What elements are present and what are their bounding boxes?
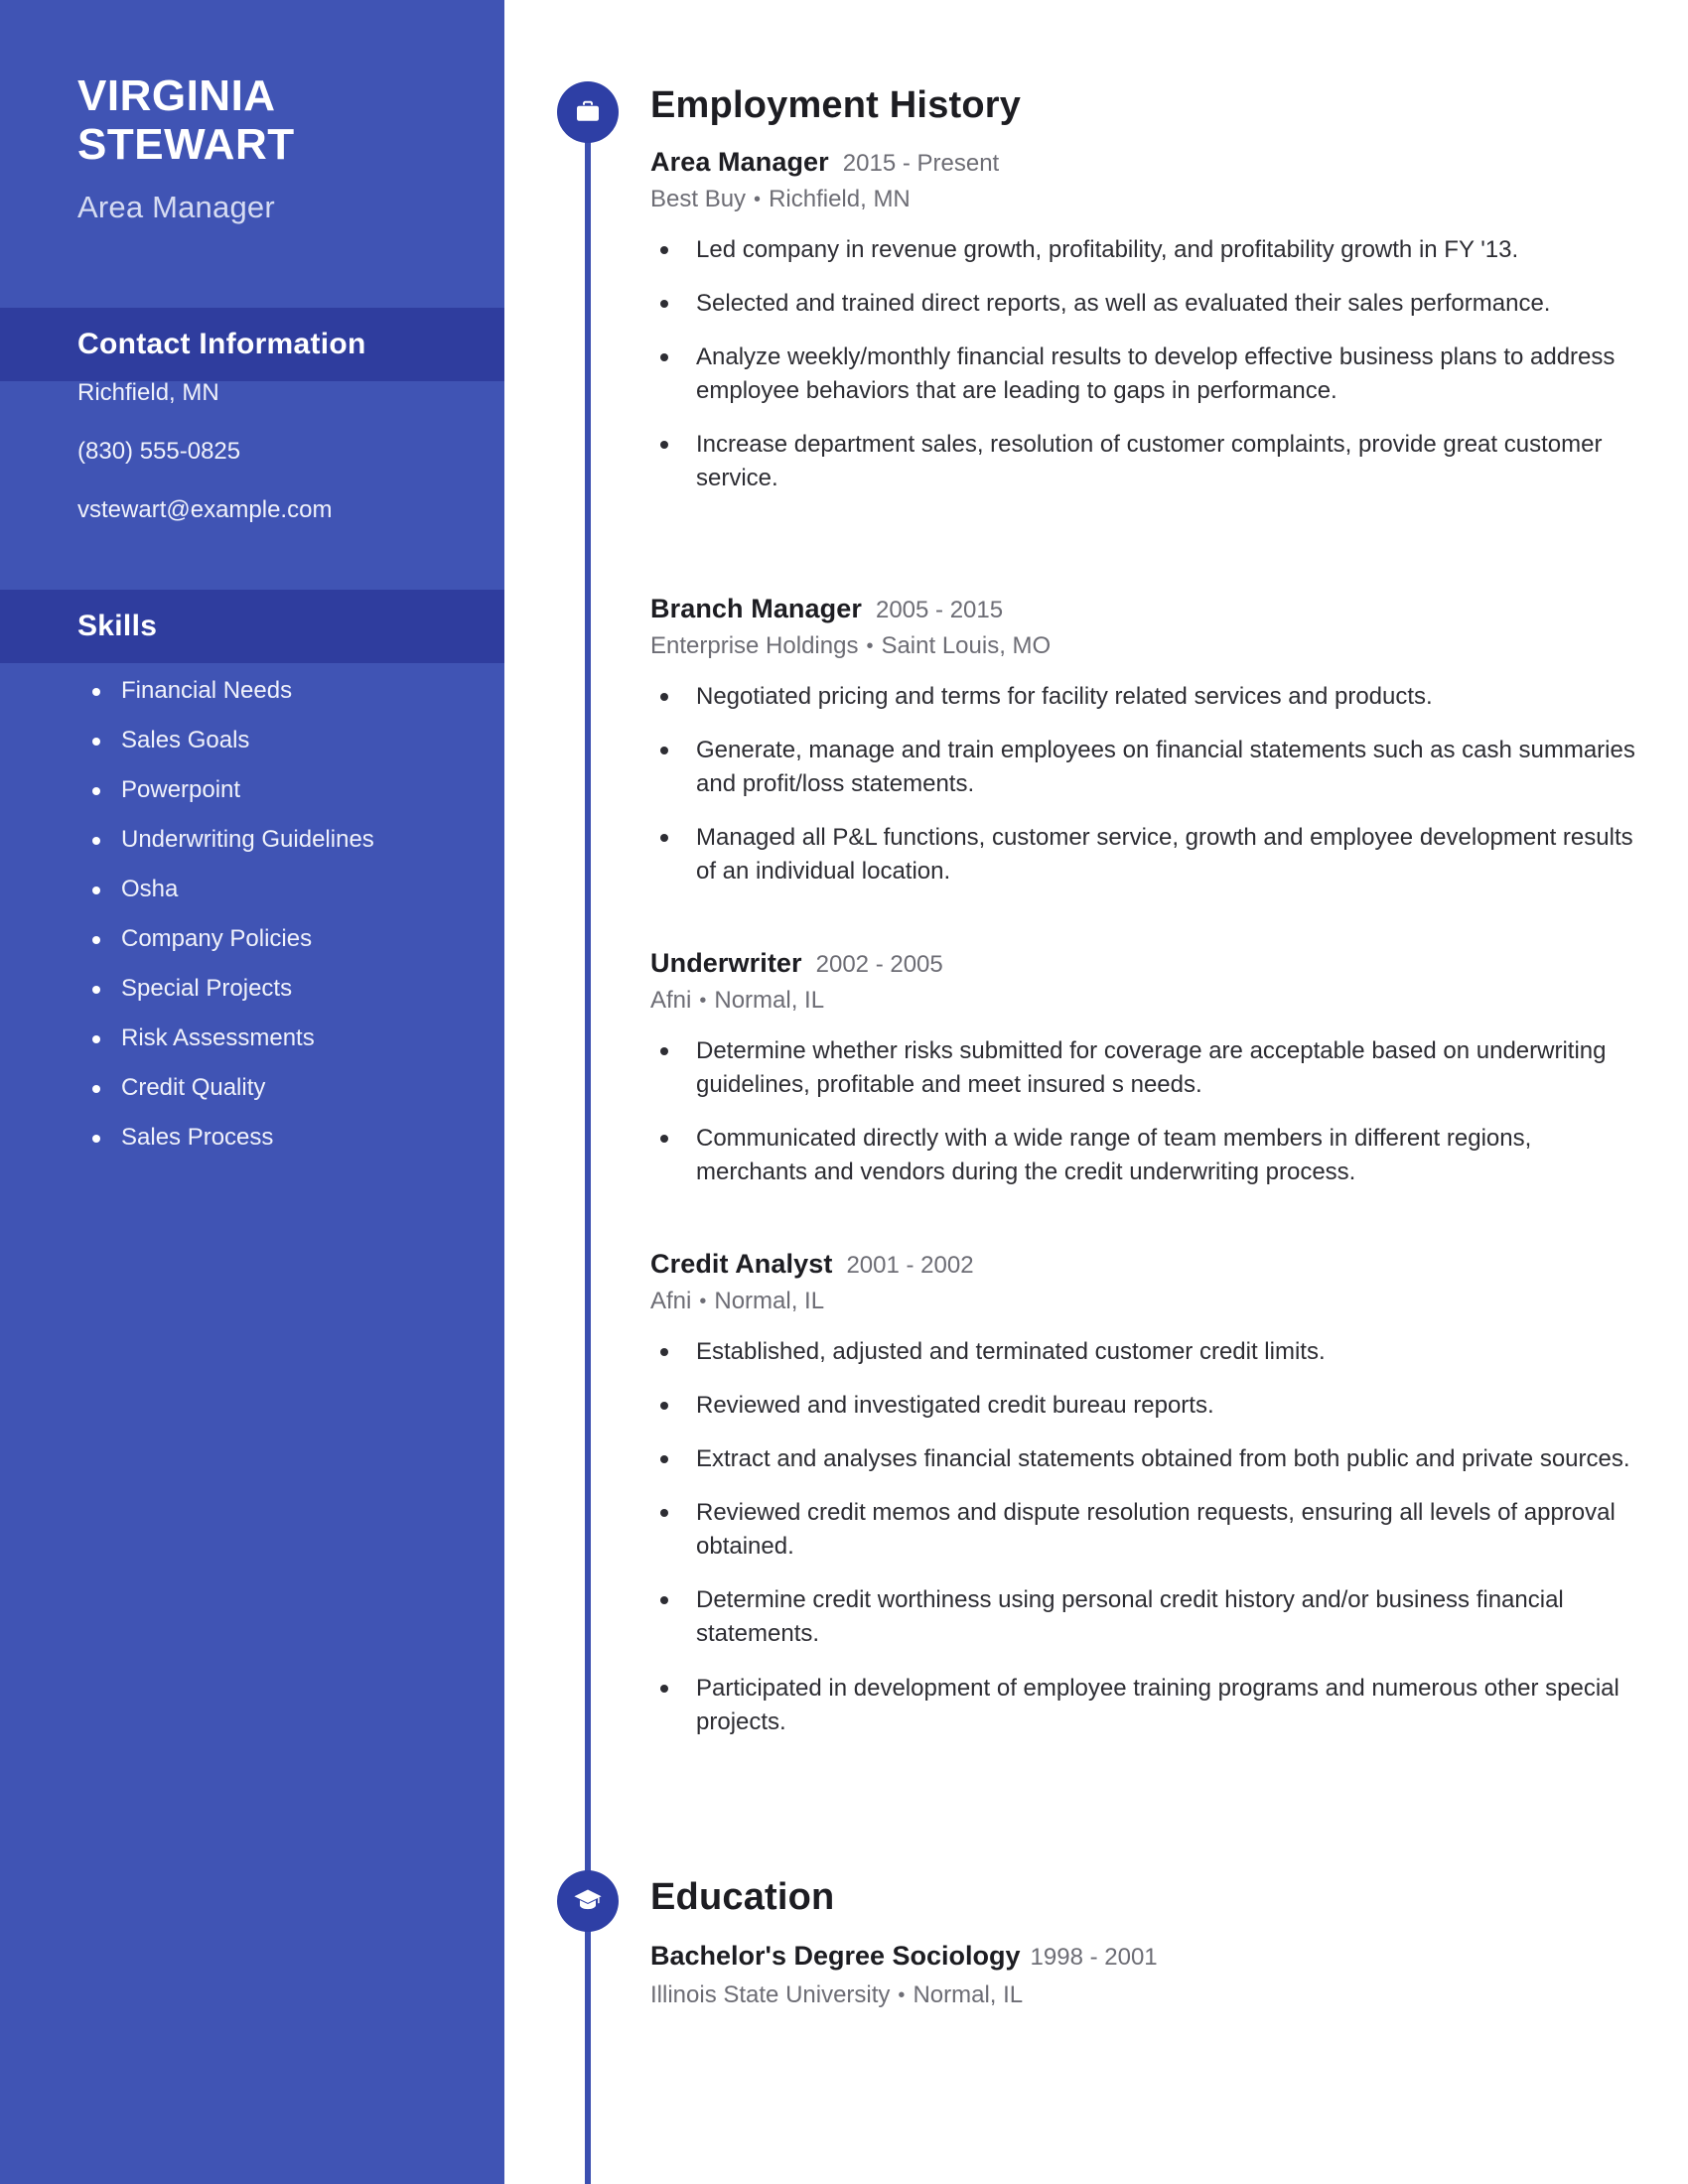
skill-item: Risk Assessments <box>89 1026 504 1050</box>
entry-title-row: Underwriter 2002 - 2005 <box>650 948 1643 979</box>
skills-section-header: Skills <box>0 590 504 663</box>
skill-item: Special Projects <box>89 977 504 1001</box>
skill-item: Sales Goals <box>89 729 504 752</box>
entry-company: Enterprise Holdings <box>650 632 859 659</box>
bullet-item: Generate, manage and train employees on … <box>650 734 1643 801</box>
skills-list: Financial Needs Sales Goals Powerpoint U… <box>0 679 504 1175</box>
contact-list: Richfield, MN (830) 555-0825 vstewart@ex… <box>0 381 504 557</box>
briefcase-icon <box>557 81 619 143</box>
bullet-item: Reviewed and investigated credit bureau … <box>650 1389 1643 1423</box>
entry-meta: Enterprise Holdings • Saint Louis, MO <box>650 632 1643 660</box>
employment-entry: Area Manager 2015 - Present Best Buy • Ric… <box>650 147 1643 515</box>
contact-heading: Contact Information <box>77 328 366 360</box>
meta-separator: • <box>898 1984 906 2007</box>
entry-company: Afni <box>650 1288 692 1314</box>
first-name: VIRGINIA <box>77 71 276 120</box>
education-school: Illinois State University <box>650 1981 891 2008</box>
skill-item: Underwriting Guidelines <box>89 828 504 852</box>
bullet-item: Increase department sales, resolution of… <box>650 428 1643 495</box>
bullet-item: Established, adjusted and terminated cus… <box>650 1335 1643 1369</box>
bullet-item: Analyze weekly/monthly financial results… <box>650 341 1643 408</box>
bullet-item: Negotiated pricing and terms for facilit… <box>650 680 1643 714</box>
bullet-item: Participated in development of employee … <box>650 1672 1643 1739</box>
education-entry: Bachelor's Degree Sociology 1998 - 2001 … <box>650 1941 1643 2009</box>
headline-job-title: Area Manager <box>77 189 275 224</box>
employment-history-heading: Employment History <box>650 84 1022 126</box>
meta-separator: • <box>699 990 707 1013</box>
skill-item: Company Policies <box>89 927 504 951</box>
entry-meta: Afni • Normal, IL <box>650 987 1643 1015</box>
entry-location: Richfield, MN <box>769 186 911 212</box>
employment-entry: Credit Analyst 2001 - 2002 Afni • Normal, … <box>650 1249 1643 1759</box>
skills-heading: Skills <box>77 610 158 642</box>
entry-role: Underwriter <box>650 948 802 978</box>
bullet-item: Managed all P&L functions, customer serv… <box>650 821 1643 888</box>
education-title-row: Bachelor's Degree Sociology 1998 - 2001 <box>650 1941 1643 1972</box>
entry-dates: 2005 - 2015 <box>875 597 1004 623</box>
resume-page: VIRGINIA STEWART Area Manager Contact In… <box>0 0 1688 2184</box>
sidebar: VIRGINIA STEWART Area Manager Contact In… <box>0 0 504 2184</box>
meta-separator: • <box>754 189 762 211</box>
entry-company: Afni <box>650 987 692 1014</box>
skill-item: Sales Process <box>89 1126 504 1150</box>
graduation-cap-icon <box>557 1870 619 1932</box>
entry-bullets: Negotiated pricing and terms for facilit… <box>650 680 1643 888</box>
entry-meta: Afni • Normal, IL <box>650 1288 1643 1315</box>
last-name: STEWART <box>77 120 295 170</box>
meta-separator: • <box>866 635 874 658</box>
bullet-item: Communicated directly with a wide range … <box>650 1122 1643 1189</box>
bullet-item: Led company in revenue growth, profitabi… <box>650 233 1643 267</box>
entry-company: Best Buy <box>650 186 747 212</box>
bullet-item: Extract and analyses financial statement… <box>650 1442 1643 1476</box>
entry-location: Saint Louis, MO <box>881 632 1052 659</box>
education-heading: Education <box>650 1876 835 1918</box>
entry-role: Area Manager <box>650 147 829 177</box>
entry-bullets: Determine whether risks submitted for co… <box>650 1034 1643 1189</box>
entry-title-row: Area Manager 2015 - Present <box>650 147 1643 178</box>
entry-dates: 2015 - Present <box>842 150 1000 177</box>
entry-location: Normal, IL <box>714 1288 825 1314</box>
skill-item: Credit Quality <box>89 1076 504 1100</box>
entry-location: Normal, IL <box>714 987 825 1014</box>
education-meta: Illinois State University • Normal, IL <box>650 1981 1643 2009</box>
bullet-item: Determine whether risks submitted for co… <box>650 1034 1643 1102</box>
skill-item: Osha <box>89 878 504 901</box>
contact-email[interactable]: vstewart@example.com <box>77 498 504 522</box>
entry-bullets: Established, adjusted and terminated cus… <box>650 1335 1643 1739</box>
meta-separator: • <box>699 1291 707 1313</box>
entry-dates: 2001 - 2002 <box>846 1252 974 1279</box>
name-block: VIRGINIA STEWART Area Manager <box>0 0 504 225</box>
entry-role: Credit Analyst <box>650 1249 833 1279</box>
contact-section-header: Contact Information <box>0 308 504 381</box>
employment-entry: Underwriter 2002 - 2005 Afni • Normal, IL … <box>650 948 1643 1209</box>
employment-entry: Branch Manager 2005 - 2015 Enterprise Ho… <box>650 594 1643 908</box>
skill-item: Financial Needs <box>89 679 504 703</box>
bullet-item: Reviewed credit memos and dispute resolu… <box>650 1496 1643 1564</box>
entry-title-row: Credit Analyst 2001 - 2002 <box>650 1249 1643 1280</box>
entry-title-row: Branch Manager 2005 - 2015 <box>650 594 1643 624</box>
contact-phone[interactable]: (830) 555-0825 <box>77 440 504 464</box>
bullet-item: Determine credit worthiness using person… <box>650 1583 1643 1651</box>
entry-role: Branch Manager <box>650 594 862 623</box>
bullet-item: Selected and trained direct reports, as … <box>650 287 1643 321</box>
education-location: Normal, IL <box>913 1981 1024 2008</box>
entry-bullets: Led company in revenue growth, profitabi… <box>650 233 1643 495</box>
education-degree: Bachelor's Degree Sociology <box>650 1941 1021 1971</box>
entry-dates: 2002 - 2005 <box>815 951 943 978</box>
education-dates: 1998 - 2001 <box>1030 1944 1158 1971</box>
skill-item: Powerpoint <box>89 778 504 802</box>
entry-meta: Best Buy • Richfield, MN <box>650 186 1643 213</box>
contact-location: Richfield, MN <box>77 379 219 406</box>
